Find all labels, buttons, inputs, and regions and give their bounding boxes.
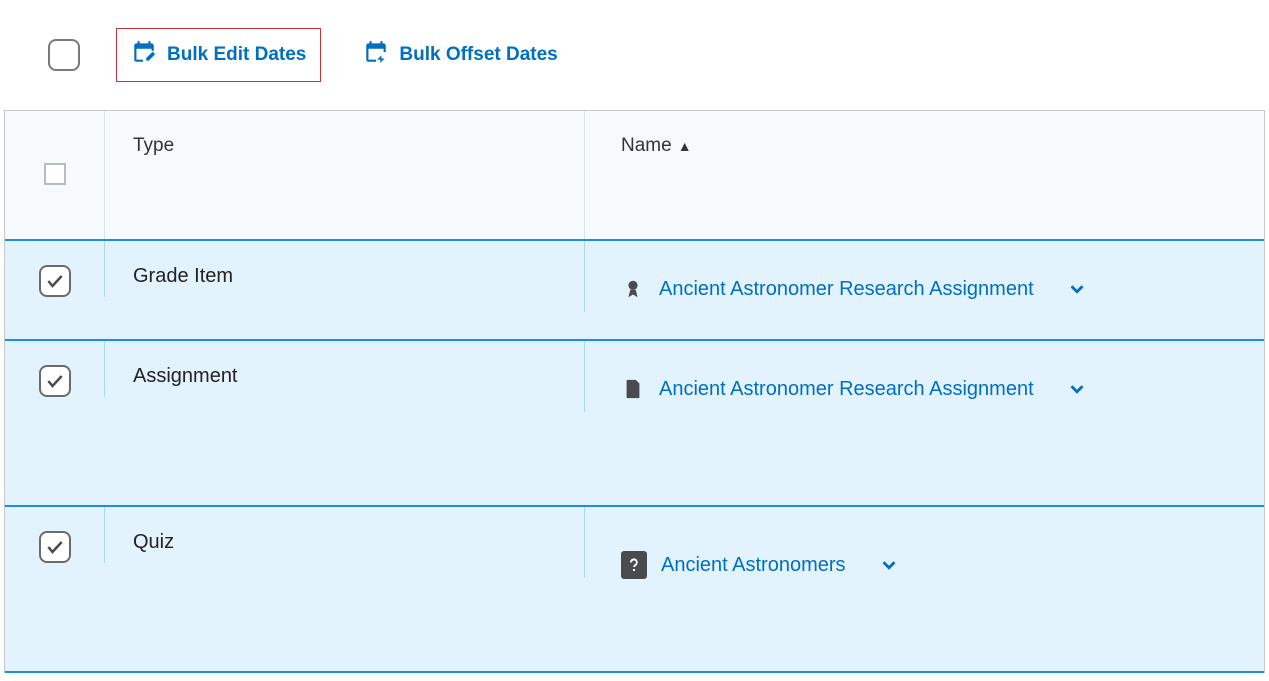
type-cell: Quiz: [133, 531, 174, 554]
bulk-edit-dates-button[interactable]: Bulk Edit Dates: [116, 28, 321, 82]
table-header-row: Type Name ▲: [5, 111, 1264, 241]
bulk-edit-label: Bulk Edit Dates: [167, 44, 306, 66]
header-name-cell[interactable]: Name ▲: [585, 111, 1264, 239]
ribbon-icon: [621, 277, 645, 301]
question-icon: [621, 551, 647, 579]
type-cell: Assignment: [133, 365, 238, 388]
table-row: Assignment Ancient Astronomer Research A…: [5, 341, 1264, 507]
item-name-link[interactable]: Ancient Astronomers: [661, 554, 846, 577]
bulk-offset-label: Bulk Offset Dates: [399, 44, 557, 66]
sort-ascending-icon: ▲: [678, 138, 692, 154]
select-all-checkbox[interactable]: [48, 39, 80, 71]
row-checkbox[interactable]: [39, 531, 71, 563]
header-type-cell[interactable]: Type: [105, 111, 585, 239]
calendar-edit-icon: [131, 39, 157, 71]
item-name-link[interactable]: Ancient Astronomer Research Assignment: [659, 378, 1034, 401]
row-checkbox[interactable]: [39, 265, 71, 297]
table-row: Quiz Ancient Astronomers: [5, 507, 1264, 673]
calendar-offset-icon: [363, 39, 389, 71]
manage-dates-panel: Bulk Edit Dates Bulk Offset Dates Type N…: [0, 0, 1269, 681]
bulk-offset-dates-button[interactable]: Bulk Offset Dates: [349, 29, 571, 81]
row-checkbox[interactable]: [39, 365, 71, 397]
chevron-down-icon[interactable]: [878, 554, 900, 576]
header-checkbox-cell: [5, 111, 105, 239]
type-cell: Grade Item: [133, 265, 233, 288]
type-column-label: Type: [133, 135, 174, 157]
dates-table: Type Name ▲ Grade Item: [4, 110, 1265, 673]
item-name-link[interactable]: Ancient Astronomer Research Assignment: [659, 278, 1034, 301]
chevron-down-icon[interactable]: [1066, 278, 1088, 300]
chevron-down-icon[interactable]: [1066, 378, 1088, 400]
document-icon: [621, 377, 645, 401]
toolbar: Bulk Edit Dates Bulk Offset Dates: [0, 0, 1269, 110]
name-column-label: Name ▲: [621, 135, 692, 157]
table-row: Grade Item Ancient Astronomer Research A…: [5, 241, 1264, 341]
header-select-all-checkbox[interactable]: [44, 163, 66, 185]
